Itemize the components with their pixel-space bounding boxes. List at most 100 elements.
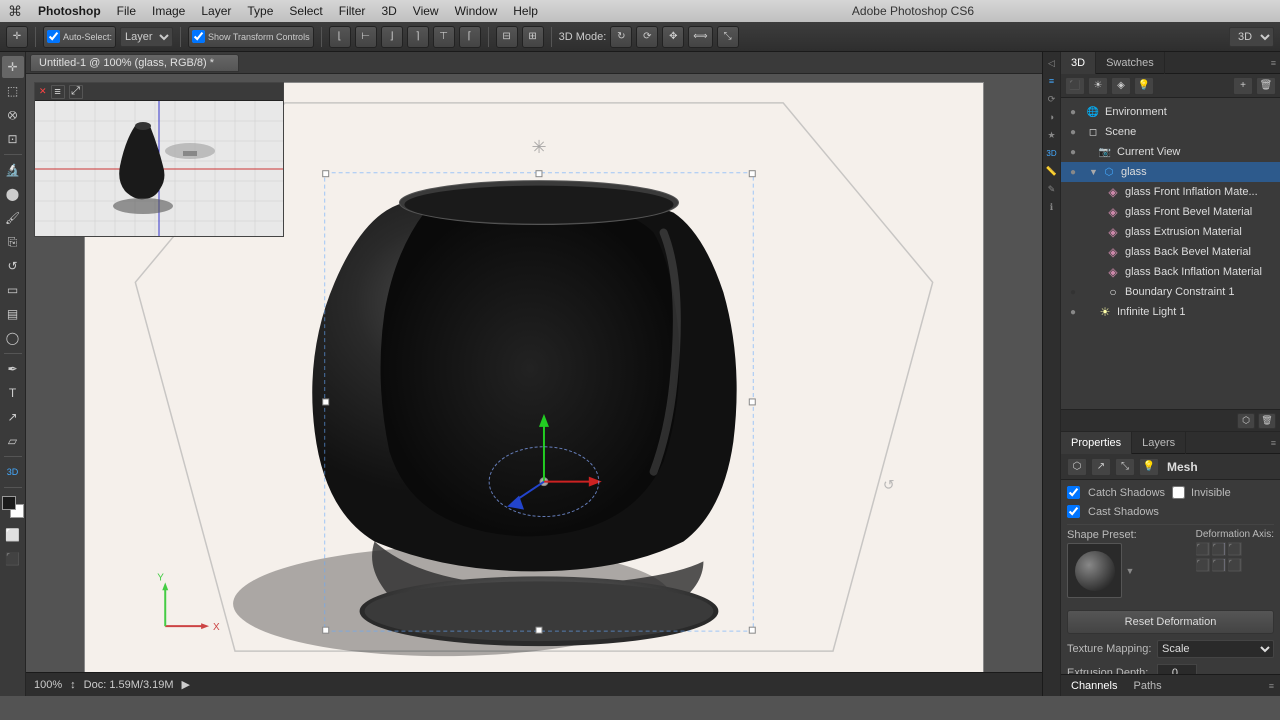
tool-3d[interactable]: 3D bbox=[2, 461, 24, 483]
zoom-toggle[interactable]: ↕ bbox=[70, 679, 76, 691]
align-left-btn[interactable]: ⌊ bbox=[329, 26, 351, 48]
tool-magic-wand[interactable]: ⭙ bbox=[2, 104, 24, 126]
menu-help[interactable]: Help bbox=[513, 4, 538, 18]
mini-close-btn[interactable]: ✕ bbox=[39, 86, 47, 97]
align-bot-btn[interactable]: ⌈ bbox=[459, 26, 481, 48]
tool-lasso[interactable]: ⬚ bbox=[2, 80, 24, 102]
doc-info-expand[interactable]: ▶ bbox=[182, 678, 190, 691]
reset-deformation-btn[interactable]: Reset Deformation bbox=[1067, 610, 1274, 634]
tool-clone[interactable]: ⎘ bbox=[2, 231, 24, 253]
ri-collapse-btn[interactable]: ◁ bbox=[1045, 56, 1059, 70]
tool-history-brush[interactable]: ↺ bbox=[2, 255, 24, 277]
shape-preset-picker[interactable]: ▼ bbox=[1067, 543, 1188, 598]
dist-h-btn[interactable]: ⊟ bbox=[496, 26, 518, 48]
deform-btn-5[interactable]: ⬛ bbox=[1212, 558, 1226, 572]
eye-boundary[interactable]: ● bbox=[1065, 284, 1081, 300]
extrusion-depth-input[interactable] bbox=[1157, 664, 1197, 674]
eye-infinite-light[interactable]: ● bbox=[1065, 304, 1081, 320]
deform-btn-2[interactable]: ⬛ bbox=[1212, 542, 1226, 556]
ri-history-btn[interactable]: ⟳ bbox=[1045, 92, 1059, 106]
tree-glass-back-bevel[interactable]: ● ◈ glass Back Bevel Material bbox=[1061, 242, 1280, 262]
tree-current-view[interactable]: ● 📷 Current View bbox=[1061, 142, 1280, 162]
filter-materials-btn[interactable]: ◈ bbox=[1111, 77, 1131, 95]
3d-scale-btn[interactable]: ⤡ bbox=[717, 26, 739, 48]
panel-options-btn[interactable]: ≡ bbox=[1267, 58, 1280, 68]
mini-expand-btn[interactable]: ⤢ bbox=[69, 85, 83, 99]
auto-select-toggle[interactable]: Auto-Select: bbox=[43, 26, 116, 48]
show-transform-btn[interactable]: Show Transform Controls bbox=[188, 26, 314, 48]
tab-3d[interactable]: 3D bbox=[1061, 52, 1096, 74]
tree-boundary[interactable]: ● ○ Boundary Constraint 1 bbox=[1061, 282, 1280, 302]
tool-pen[interactable]: ✒ bbox=[2, 358, 24, 380]
align-mid-btn[interactable]: ⊤ bbox=[433, 26, 455, 48]
menu-window[interactable]: Window bbox=[455, 4, 498, 18]
bottom-tabs-options[interactable]: ≡ bbox=[1269, 681, 1274, 691]
deform-btn-6[interactable]: ⬛ bbox=[1228, 558, 1242, 572]
filter-add-btn[interactable]: 💡 bbox=[1134, 77, 1154, 95]
mesh-deform-btn[interactable]: ⬡ bbox=[1067, 458, 1087, 476]
3d-pan-btn[interactable]: ✥ bbox=[662, 26, 684, 48]
tree-glass-front-bevel[interactable]: ● ◈ glass Front Bevel Material bbox=[1061, 202, 1280, 222]
delete-item-btn[interactable]: 🗑 bbox=[1258, 413, 1276, 429]
invisible-checkbox[interactable] bbox=[1172, 486, 1185, 499]
3d-mode-dropdown[interactable]: 3D bbox=[1229, 27, 1274, 47]
deform-btn-1[interactable]: ⬛ bbox=[1196, 542, 1210, 556]
ri-measure-btn[interactable]: 📏 bbox=[1045, 164, 1059, 178]
tool-gradient[interactable]: ▤ bbox=[2, 303, 24, 325]
auto-select-checkbox[interactable] bbox=[47, 30, 60, 43]
shape-preset-arrow[interactable]: ▼ bbox=[1124, 543, 1136, 598]
ri-info-btn[interactable]: ℹ bbox=[1045, 200, 1059, 214]
menu-3d[interactable]: 3D bbox=[381, 4, 396, 18]
tool-mask[interactable]: ⬜ bbox=[2, 524, 24, 546]
menu-select[interactable]: Select bbox=[289, 4, 322, 18]
tree-scene[interactable]: ● ◻ Scene bbox=[1061, 122, 1280, 142]
3d-slide-btn[interactable]: ⟺ bbox=[688, 26, 712, 48]
align-center-btn[interactable]: ⊢ bbox=[355, 26, 377, 48]
tool-crop[interactable]: ⊡ bbox=[2, 128, 24, 150]
align-right-btn[interactable]: ⌋ bbox=[381, 26, 403, 48]
ri-3d-btn[interactable]: 3D bbox=[1045, 146, 1059, 160]
deform-btn-4[interactable]: ⬛ bbox=[1196, 558, 1210, 572]
tree-glass-front-inflation[interactable]: ● ◈ glass Front Inflation Mate... bbox=[1061, 182, 1280, 202]
add-light-btn[interactable]: ⬡ bbox=[1237, 413, 1255, 429]
mesh-inflate-btn[interactable]: 💡 bbox=[1139, 458, 1159, 476]
eye-scene[interactable]: ● bbox=[1065, 124, 1081, 140]
tab-paths[interactable]: Paths bbox=[1129, 680, 1165, 692]
tool-dodge[interactable]: ◯ bbox=[2, 327, 24, 349]
ri-style-btn[interactable]: ★ bbox=[1045, 128, 1059, 142]
scene-add-btn[interactable]: + bbox=[1233, 77, 1253, 95]
eye-glass[interactable]: ● bbox=[1065, 164, 1081, 180]
mesh-warp-btn[interactable]: ⤡ bbox=[1115, 458, 1135, 476]
ri-notes-btn[interactable]: ✎ bbox=[1045, 182, 1059, 196]
deform-btn-3[interactable]: ⬛ bbox=[1228, 542, 1242, 556]
ri-adjust-btn[interactable]: ◑ bbox=[1045, 110, 1059, 124]
ri-layers-btn[interactable]: ≡ bbox=[1045, 74, 1059, 88]
show-transform-checkbox[interactable] bbox=[192, 30, 205, 43]
catch-shadows-checkbox[interactable] bbox=[1067, 486, 1080, 499]
arrow-glass[interactable]: ▼ bbox=[1089, 167, 1101, 177]
tree-infinite-light[interactable]: ● ☀ Infinite Light 1 bbox=[1061, 302, 1280, 322]
tool-spot-heal[interactable]: ⬤ bbox=[2, 183, 24, 205]
color-swatches[interactable] bbox=[2, 496, 24, 518]
tab-swatches[interactable]: Swatches bbox=[1096, 52, 1165, 74]
filter-lights-btn[interactable]: ☀ bbox=[1088, 77, 1108, 95]
tool-shape[interactable]: ▱ bbox=[2, 430, 24, 452]
tab-channels[interactable]: Channels bbox=[1067, 680, 1121, 692]
tool-text[interactable]: T bbox=[2, 382, 24, 404]
3d-rotate-btn[interactable]: ↻ bbox=[610, 26, 632, 48]
canvas-wrapper[interactable]: ✕ ≡ ⤢ bbox=[26, 74, 1042, 672]
properties-options-btn[interactable]: ≡ bbox=[1267, 438, 1280, 448]
menu-type[interactable]: Type bbox=[247, 4, 273, 18]
tool-brush[interactable]: 🖌 bbox=[2, 207, 24, 229]
tool-eyedropper[interactable]: 🔬 bbox=[2, 159, 24, 181]
tree-environment[interactable]: ● 🌐 Environment bbox=[1061, 102, 1280, 122]
filter-all-btn[interactable]: ⬛ bbox=[1065, 77, 1085, 95]
align-top-btn[interactable]: ⌉ bbox=[407, 26, 429, 48]
tree-glass[interactable]: ● ▼ ⬡ glass bbox=[1061, 162, 1280, 182]
tool-move[interactable]: ✛ bbox=[2, 56, 24, 78]
fg-color-swatch[interactable] bbox=[2, 496, 16, 510]
menu-image[interactable]: Image bbox=[152, 4, 185, 18]
document-tab[interactable]: Untitled-1 @ 100% (glass, RGB/8) * bbox=[30, 54, 239, 72]
apple-menu[interactable]: ⌘ bbox=[8, 3, 22, 20]
dist-v-btn[interactable]: ⊞ bbox=[522, 26, 544, 48]
